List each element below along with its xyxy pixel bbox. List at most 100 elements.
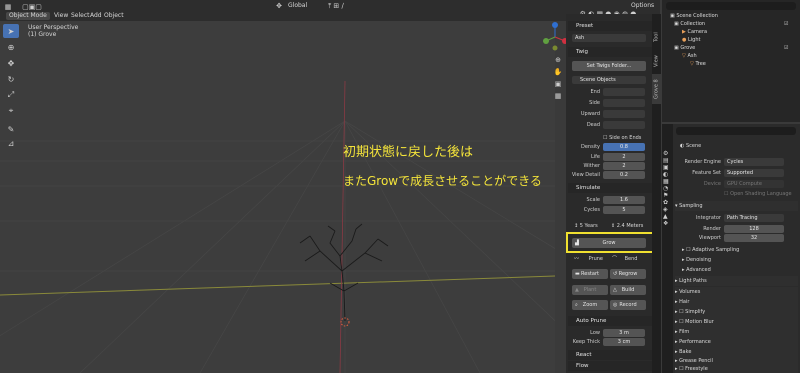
integrator-dropdown[interactable]: Path Tracing: [724, 214, 784, 222]
adaptive-sampling-row[interactable]: ▸ ☐ Adaptive Sampling: [682, 246, 739, 254]
annotate-tool-icon[interactable]: ✎: [3, 122, 19, 136]
menu-add[interactable]: Add: [90, 12, 102, 20]
collection-label: (1) Grove: [28, 31, 57, 38]
scale-field[interactable]: 1.6: [603, 196, 645, 204]
years-text: 5 Years: [579, 223, 598, 229]
zoom-button[interactable]: ⌕ Zoom: [572, 300, 608, 310]
camera-icon[interactable]: ▣: [555, 80, 562, 88]
zoom-icon[interactable]: ⊕: [555, 56, 561, 64]
keep-thick-field[interactable]: 3 cm: [603, 338, 645, 346]
measure-tool-icon[interactable]: ⊿: [3, 136, 19, 150]
osl-label: Open Shading Language: [730, 191, 792, 197]
preset-dropdown[interactable]: Ash: [572, 34, 646, 42]
cursor-tool-icon[interactable]: ⊕: [3, 40, 19, 54]
feature-set-dropdown[interactable]: Supported: [724, 169, 784, 177]
twig-end-field[interactable]: [603, 88, 645, 96]
view-detail-field[interactable]: 0.2: [603, 171, 645, 179]
outliner-grove[interactable]: ▣ Grove: [664, 44, 798, 52]
side-on-ends-checkbox[interactable]: ☐ Side on Ends: [603, 134, 641, 142]
viewport-samples-field[interactable]: 32: [724, 234, 784, 242]
simulate-header[interactable]: Simulate: [568, 183, 652, 193]
outliner-light[interactable]: ● Light: [664, 36, 798, 44]
prune-button[interactable]: 〰 Prune: [574, 255, 603, 263]
properties-search-input[interactable]: [676, 127, 796, 135]
sampling-label: Sampling: [679, 203, 703, 209]
restart-button[interactable]: ▬ Restart: [572, 269, 608, 279]
twig-side-field[interactable]: [603, 99, 645, 107]
view-nav-icons[interactable]: ⊕ ✋ ▣ ▦: [553, 54, 563, 102]
tab-tool[interactable]: Tool: [652, 26, 661, 48]
cycles-field[interactable]: 5: [603, 206, 645, 214]
select-tool-icon[interactable]: ➤: [3, 24, 19, 38]
wither-field[interactable]: 2: [603, 162, 645, 170]
motion-blur-header[interactable]: ▸ ☐ Motion Blur: [675, 317, 798, 327]
low-field[interactable]: 3 m: [603, 329, 645, 337]
bend-button[interactable]: ⌒ Bend: [612, 255, 637, 263]
snap-icons[interactable]: ⤒ ⊞ ∕: [316, 2, 356, 10]
render-samples-field[interactable]: 128: [724, 225, 784, 233]
device-dropdown[interactable]: GPU Compute: [724, 180, 784, 188]
osl-checkbox[interactable]: ☐ Open Shading Language: [724, 190, 792, 198]
scale-tool-icon[interactable]: ⤢: [3, 88, 19, 102]
visibility-checkboxes[interactable]: ☑ ☑: [784, 20, 792, 68]
camera-object-icon: ▶: [682, 29, 686, 35]
ash-label: Ash: [687, 53, 697, 59]
menu-select[interactable]: Select: [71, 12, 90, 20]
grow-button[interactable]: ▟ Grow: [572, 238, 646, 248]
scale-label: Scale: [586, 197, 600, 203]
select-mode-icons[interactable]: ▢▣▢: [17, 3, 47, 11]
sampling-header[interactable]: ▾ Sampling: [675, 201, 798, 211]
volumes-label: Volumes: [679, 289, 701, 295]
tab-grove[interactable]: Grove 8: [652, 74, 661, 104]
plant-button[interactable]: ▲ Plant: [572, 285, 608, 295]
set-twigs-folder-button[interactable]: Set Twigs Folder...: [572, 61, 646, 71]
side-on-ends-label: Side on Ends: [609, 135, 642, 141]
bake-label: Bake: [679, 349, 692, 355]
outliner-scene-collection[interactable]: ▣ Scene Collection: [664, 12, 798, 20]
transform-orientation-dropdown[interactable]: Global: [288, 2, 307, 10]
move-tool-icon[interactable]: ✥: [3, 56, 19, 70]
react-header[interactable]: React: [568, 350, 652, 360]
regrow-button[interactable]: ↺ Regrow: [610, 269, 646, 279]
grid-icon[interactable]: ▦: [555, 92, 562, 100]
twig-dead-field[interactable]: [603, 121, 645, 129]
twig-header[interactable]: Twig: [568, 47, 652, 57]
outliner-collection[interactable]: ▣ Collection: [664, 20, 798, 28]
render-engine-dropdown[interactable]: Cycles: [724, 158, 784, 166]
denoising-row[interactable]: ▸ Denoising: [682, 256, 711, 264]
outliner-camera[interactable]: ▶ Camera: [664, 28, 798, 36]
scene-objects-dropdown[interactable]: Scene Objects: [572, 76, 646, 84]
transform-tool-icon[interactable]: ⌖: [3, 104, 19, 118]
menu-view[interactable]: View: [54, 12, 68, 20]
editor-type-icon[interactable]: ▦: [2, 3, 14, 11]
volumes-header[interactable]: ▸ Volumes: [675, 287, 798, 297]
3d-viewport[interactable]: User Perspective (1) Grove: [0, 21, 555, 373]
light-paths-header[interactable]: ▸ Light Paths: [675, 276, 798, 286]
feature-set-label: Feature Set: [692, 170, 721, 176]
density-field[interactable]: 0.8: [603, 143, 645, 151]
menu-object[interactable]: Object: [104, 12, 124, 20]
rotate-tool-icon[interactable]: ↻: [3, 72, 19, 86]
twig-upward-field[interactable]: [603, 110, 645, 118]
advanced-row[interactable]: ▸ Advanced: [682, 266, 711, 274]
density-label: Density: [580, 144, 600, 150]
pan-icon[interactable]: ✋: [554, 68, 563, 76]
hair-header[interactable]: ▸ Hair: [675, 297, 798, 307]
mode-dropdown[interactable]: Object Mode: [6, 12, 50, 20]
tab-view[interactable]: View: [652, 50, 661, 72]
simplify-header[interactable]: ▸ ☐ Simplify: [675, 307, 798, 317]
life-field[interactable]: 2: [603, 153, 645, 161]
outliner-search-input[interactable]: [666, 2, 796, 10]
outliner-ash[interactable]: ▽ Ash: [664, 52, 798, 60]
meters-readout: ⇕ 2.4 Meters: [611, 223, 644, 229]
auto-prune-header[interactable]: Auto Prune: [568, 316, 652, 326]
film-header[interactable]: ▸ Film: [675, 327, 798, 337]
outliner-tree[interactable]: ▽ Tree: [664, 60, 798, 68]
build-button[interactable]: △ Build: [610, 285, 646, 295]
flow-header[interactable]: Flow: [568, 361, 652, 371]
properties-tab-icons[interactable]: ⚙ ▤ ▣ ◐ ▦ ◔ ⚑ ✿ ◈ ▲ ❖: [663, 128, 672, 248]
freestyle-header[interactable]: ▸ ☐ Freestyle: [675, 364, 798, 373]
performance-header[interactable]: ▸ Performance: [675, 337, 798, 347]
preset-header[interactable]: Preset: [568, 21, 652, 31]
record-button[interactable]: ◎ Record: [610, 300, 646, 310]
